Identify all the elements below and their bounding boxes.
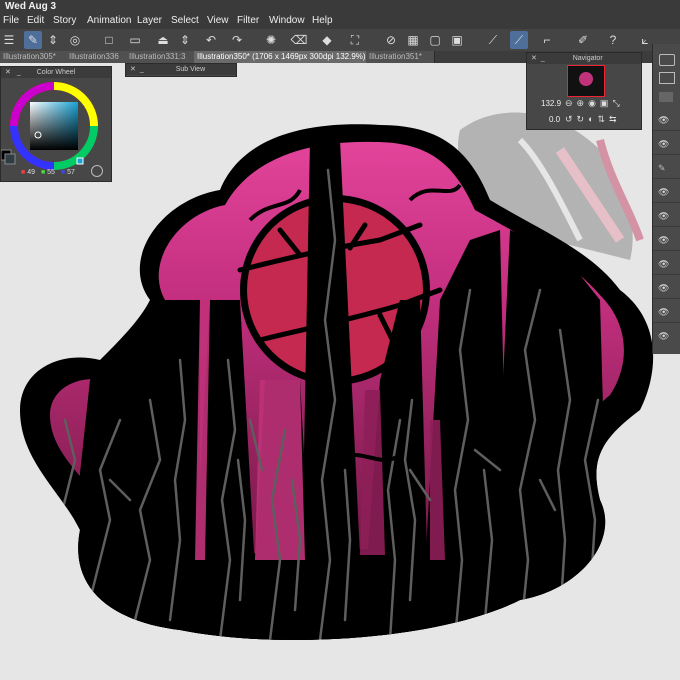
new-canvas-icon[interactable]: □ bbox=[100, 31, 118, 49]
deselect-icon[interactable]: ⊘ bbox=[382, 31, 400, 49]
blue-value: 57 bbox=[67, 169, 75, 176]
color-wheel-panel: ✕ _ Color Wheel ■ 49 ■ 55 ■ 57 bbox=[0, 66, 112, 182]
help-icon[interactable]: ? bbox=[604, 31, 622, 49]
ruler-icon[interactable]: ⟋ bbox=[484, 31, 502, 49]
layer-panel: 👁 👁 ✎ 👁 👁 👁 👁 👁 👁 👁 bbox=[652, 44, 680, 354]
rotation-controls[interactable]: ↺↻◐⇅⇆ bbox=[565, 114, 621, 125]
invert-selection-icon[interactable]: ▦ bbox=[404, 31, 422, 49]
menu-animation[interactable]: Animation bbox=[87, 13, 131, 29]
redo-icon[interactable]: ↷ bbox=[228, 31, 246, 49]
menu-select[interactable]: Select bbox=[171, 13, 199, 29]
undo-icon[interactable]: ↶ bbox=[202, 31, 220, 49]
transform-icon[interactable]: ⛶ bbox=[346, 31, 364, 49]
color-wheel-titlebar: ✕ _ Color Wheel bbox=[1, 67, 111, 78]
navigator-titlebar: ✕ _ Navigator bbox=[527, 53, 641, 64]
menu-file[interactable]: File bbox=[3, 13, 19, 29]
menu-filter[interactable]: Filter bbox=[237, 13, 259, 29]
red-value: 49 bbox=[27, 169, 35, 176]
minimize-icon[interactable]: _ bbox=[541, 55, 545, 62]
menu-help[interactable]: Help bbox=[312, 13, 333, 29]
crop-icon[interactable]: ▣ bbox=[448, 31, 466, 49]
tab-illustration305[interactable]: Illustration305* bbox=[0, 51, 67, 63]
layer-property-icon[interactable] bbox=[659, 54, 675, 66]
status-date: Wed Aug 3 bbox=[5, 1, 57, 12]
rgb-readout: ■ 49 ■ 55 ■ 57 bbox=[21, 169, 75, 176]
eye-icon[interactable]: 👁 bbox=[658, 212, 670, 221]
hamburger-icon[interactable]: ☰ bbox=[0, 31, 18, 49]
tab-illustration350[interactable]: Illustration350* (1706 x 1469px 300dpi 1… bbox=[194, 51, 369, 63]
close-icon[interactable]: ✕ bbox=[130, 66, 136, 73]
tab-illustration336[interactable]: Illustration336 bbox=[66, 51, 127, 63]
green-value: 55 bbox=[47, 169, 55, 176]
navigator-title: Navigator bbox=[572, 55, 603, 62]
tab-illustration351[interactable]: Illustration351* bbox=[366, 51, 435, 63]
eye-icon[interactable]: 👁 bbox=[658, 116, 670, 125]
fill-icon[interactable]: ◆ bbox=[318, 31, 336, 49]
tab-illustration331[interactable]: Illustration331:3 bbox=[126, 51, 197, 63]
close-icon[interactable]: ✕ bbox=[531, 55, 537, 62]
zoom-value[interactable]: 132.9 bbox=[541, 99, 561, 108]
navigator-preview[interactable] bbox=[567, 65, 605, 97]
clear-icon[interactable]: ⌫ bbox=[290, 31, 308, 49]
sub-view-titlebar: ✕ _ Sub View bbox=[126, 64, 236, 75]
menu-view[interactable]: View bbox=[207, 13, 229, 29]
selection-border-icon[interactable]: ▢ bbox=[426, 31, 444, 49]
color-mode-icon[interactable] bbox=[91, 165, 103, 177]
close-icon[interactable]: ✕ bbox=[5, 69, 11, 76]
eye-icon[interactable]: 👁 bbox=[658, 188, 670, 197]
color-wheel-title: Color Wheel bbox=[36, 69, 76, 76]
eye-icon[interactable]: 👁 bbox=[658, 140, 670, 149]
status-bar: Wed Aug 3 bbox=[0, 0, 680, 13]
eye-icon[interactable]: 👁 bbox=[658, 236, 670, 245]
menu-bar: File Edit Story Animation Layer Select V… bbox=[0, 13, 680, 29]
save-icon[interactable]: ⏏ bbox=[154, 31, 172, 49]
open-folder-icon[interactable]: ▭ bbox=[126, 31, 144, 49]
eye-icon[interactable]: 👁 bbox=[658, 284, 670, 293]
menu-story[interactable]: Story bbox=[53, 13, 76, 29]
save-stepper-icon[interactable]: ⇕ bbox=[176, 31, 194, 49]
minimize-icon[interactable]: _ bbox=[140, 66, 144, 73]
pen-layer-icon[interactable]: ✎ bbox=[658, 164, 670, 173]
navigator-panel: ✕ _ Navigator 132.9 ⊖⊕◉▣⤡ 0.0 ↺↻◐⇅⇆ bbox=[526, 52, 642, 130]
sub-view-title: Sub View bbox=[175, 66, 206, 73]
sub-view-panel: ✕ _ Sub View bbox=[125, 63, 237, 77]
menu-window[interactable]: Window bbox=[269, 13, 305, 29]
eye-icon[interactable]: 👁 bbox=[658, 260, 670, 269]
layer-view-icon[interactable] bbox=[659, 72, 675, 84]
loading-icon[interactable]: ✺ bbox=[262, 31, 280, 49]
brush-settings-icon[interactable]: ◎ bbox=[66, 31, 84, 49]
rotation-value[interactable]: 0.0 bbox=[549, 115, 560, 124]
pen-tool-icon[interactable]: ✎ bbox=[24, 31, 42, 49]
brush-icon[interactable]: ⟋ bbox=[510, 31, 528, 49]
pen-settings-icon[interactable]: ✐ bbox=[574, 31, 592, 49]
eye-icon[interactable]: 👁 bbox=[658, 332, 670, 341]
eraser-icon[interactable]: ⌐ bbox=[538, 31, 556, 49]
minimize-icon[interactable]: _ bbox=[17, 69, 21, 76]
layer-thumb-icon[interactable] bbox=[659, 92, 673, 102]
stepper-arrows-icon[interactable]: ⇕ bbox=[44, 31, 62, 49]
eye-icon[interactable]: 👁 bbox=[658, 308, 670, 317]
zoom-controls[interactable]: ⊖⊕◉▣⤡ bbox=[565, 98, 624, 109]
menu-layer[interactable]: Layer bbox=[137, 13, 162, 29]
menu-edit[interactable]: Edit bbox=[27, 13, 44, 29]
command-bar: ☰ ✎ ⇕ ◎ □ ▭ ⏏ ⇕ ↶ ↷ ✺ ⌫ ◆ ⛶ ⊘ ▦ ▢ ▣ ⟋ ⟋ … bbox=[0, 29, 680, 52]
